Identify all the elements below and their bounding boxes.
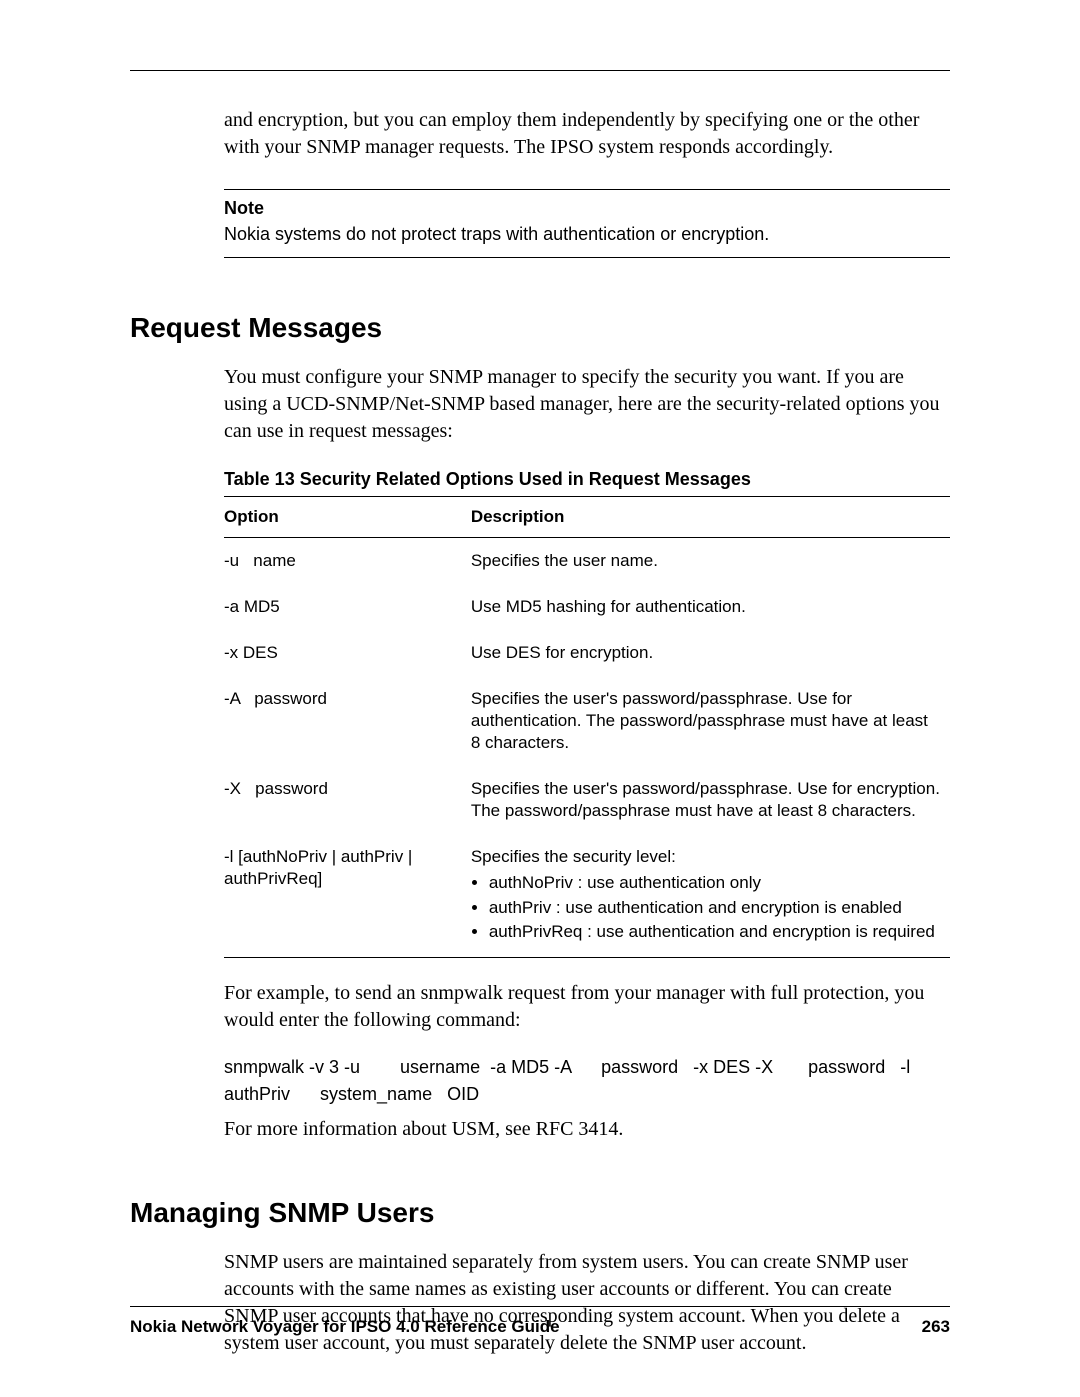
page-number: 263: [922, 1317, 950, 1337]
example-para: For example, to send an snmpwalk request…: [224, 980, 950, 1034]
note-box: Note Nokia systems do not protect traps …: [224, 189, 950, 258]
opt-cell: -x DES: [224, 630, 471, 676]
note-label: Note: [224, 196, 950, 220]
note-text: Nokia systems do not protect traps with …: [224, 224, 769, 244]
table-row: -a MD5 Use MD5 hashing for authenticatio…: [224, 584, 950, 630]
table-row: -u name Specifies the user name.: [224, 537, 950, 584]
desc-cell: Use DES for encryption.: [471, 630, 950, 676]
list-item: authPrivReq : use authentication and enc…: [489, 921, 942, 943]
col-option: Option: [224, 497, 471, 538]
sec-level-lead: Specifies the security level:: [471, 847, 676, 866]
top-rule: [130, 70, 950, 71]
security-level-list: authNoPriv : use authentication only aut…: [471, 872, 942, 942]
request-messages-para: You must configure your SNMP manager to …: [224, 364, 950, 445]
opt-cell: -a MD5: [224, 584, 471, 630]
col-description: Description: [471, 497, 950, 538]
intro-paragraph: and encryption, but you can employ them …: [224, 107, 950, 161]
managing-users-para: SNMP users are maintained separately fro…: [224, 1249, 950, 1357]
desc-cell: Specifies the user name.: [471, 537, 950, 584]
heading-request-messages: Request Messages: [130, 312, 950, 344]
options-table: Option Description -u name Specifies the…: [224, 497, 950, 958]
table-row: -X password Specifies the user's passwor…: [224, 766, 950, 834]
table-caption: Table 13 Security Related Options Used i…: [224, 469, 950, 497]
usm-para: For more information about USM, see RFC …: [224, 1116, 950, 1143]
opt-cell: -A password: [224, 676, 471, 766]
table-row: -A password Specifies the user's passwor…: [224, 676, 950, 766]
desc-cell: Specifies the security level: authNoPriv…: [471, 834, 950, 957]
command-example: snmpwalk -v 3 -u username -a MD5 -A pass…: [224, 1054, 950, 1108]
page: and encryption, but you can employ them …: [0, 0, 1080, 1397]
opt-cell: -u name: [224, 537, 471, 584]
list-item: authPriv : use authentication and encryp…: [489, 897, 942, 919]
footer-title: Nokia Network Voyager for IPSO 4.0 Refer…: [130, 1317, 560, 1336]
table-row: -x DES Use DES for encryption.: [224, 630, 950, 676]
list-item: authNoPriv : use authentication only: [489, 872, 942, 894]
desc-cell: Use MD5 hashing for authentication.: [471, 584, 950, 630]
page-footer: Nokia Network Voyager for IPSO 4.0 Refer…: [130, 1306, 950, 1337]
desc-cell: Specifies the user's password/passphrase…: [471, 766, 950, 834]
opt-cell: -l [authNoPriv | authPriv | authPrivReq]: [224, 834, 471, 957]
opt-cell: -X password: [224, 766, 471, 834]
heading-managing-snmp-users: Managing SNMP Users: [130, 1197, 950, 1229]
desc-cell: Specifies the user's password/passphrase…: [471, 676, 950, 766]
table-row: -l [authNoPriv | authPriv | authPrivReq]…: [224, 834, 950, 957]
